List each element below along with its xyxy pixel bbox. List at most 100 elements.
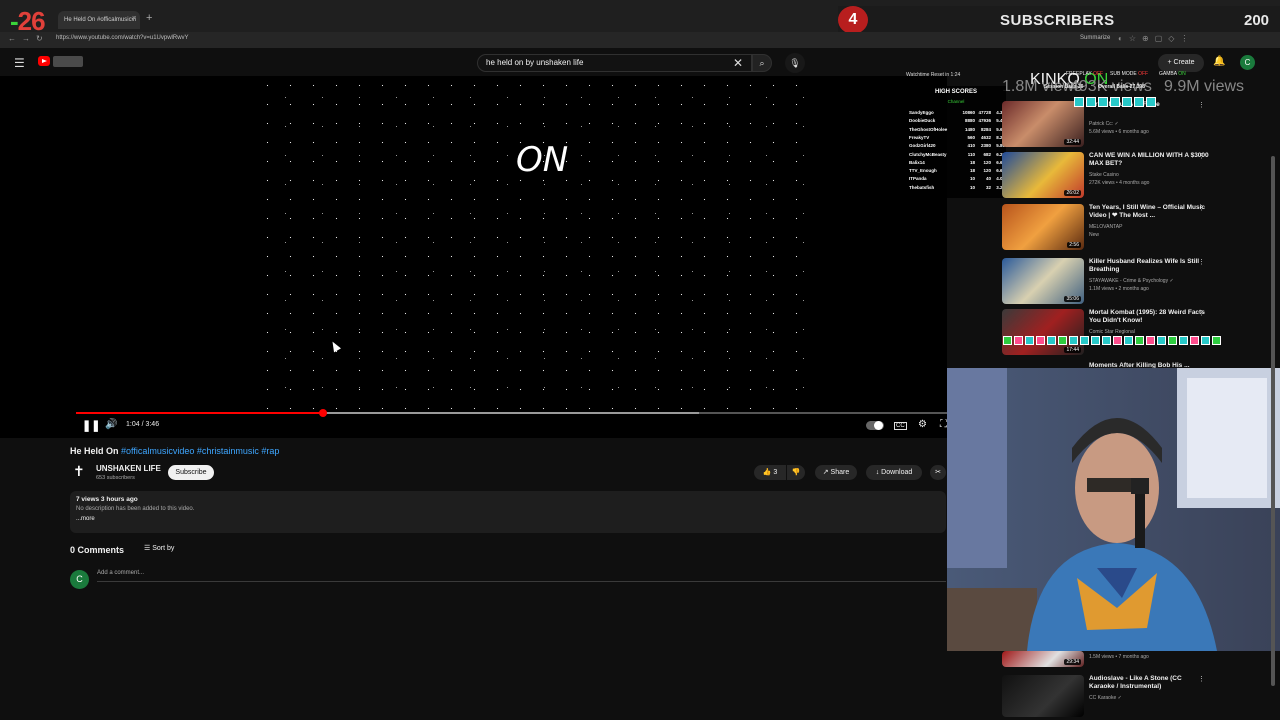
- high-score-value: 10860: [962, 110, 975, 115]
- summarize-button[interactable]: Summarize: [1080, 35, 1110, 41]
- video-thumbnail[interactable]: 35:06: [1002, 258, 1084, 304]
- stat-sub-mode: SUB MODE OFF: [1110, 71, 1148, 77]
- new-tab-button[interactable]: +: [146, 12, 152, 24]
- pause-icon[interactable]: ❚❚: [82, 419, 100, 432]
- video-frame[interactable]: [256, 76, 804, 410]
- search-query[interactable]: he held on by unshaken life: [486, 58, 583, 67]
- rec-channel[interactable]: Stake Casino: [1089, 172, 1209, 178]
- overall-balls: Overall Balls 27,398: [1098, 84, 1145, 90]
- more-options-icon[interactable]: ⋮: [1198, 309, 1205, 317]
- comment-input-underline: [97, 581, 946, 582]
- rec-video-title[interactable]: Killer Husband Realizes Wife Is Still Br…: [1089, 258, 1209, 274]
- recommended-video[interactable]: 17:44 Mortal Kombat (1995): 28 Weird Fact…: [1002, 309, 1224, 357]
- rec-video-title[interactable]: CAN WE WIN A MILLION WITH A $3000 MAX BE…: [1089, 152, 1209, 168]
- views-and-date: 7 views 3 hours ago: [76, 496, 138, 503]
- rec-video-title[interactable]: Audioslave - Like A Stone (CC Karaoke / …: [1089, 675, 1209, 691]
- youtube-wordmark[interactable]: [53, 56, 83, 67]
- dislike-button[interactable]: 👎: [787, 465, 805, 480]
- description-box[interactable]: [70, 491, 946, 533]
- extension-icons[interactable]: ◐☆⊕▢◇⋮: [1118, 34, 1194, 43]
- url-field[interactable]: https://www.youtube.com/watch?v=u1UvpwlR…: [56, 35, 189, 41]
- more-options-icon[interactable]: ⋮: [1198, 204, 1205, 212]
- high-score-value: 410: [967, 143, 975, 149]
- rec-stats: 272K views • 4 months ago: [1089, 180, 1150, 186]
- video-hashtags[interactable]: #officalmusicvideo #christainmusic #rap: [121, 446, 279, 456]
- clip-icon[interactable]: ✂: [930, 465, 946, 480]
- more-options-icon[interactable]: ⋮: [1198, 675, 1205, 683]
- high-score-value: 8284: [980, 126, 991, 132]
- badge-icon: [1190, 336, 1199, 345]
- stat-gamba: GAMBA ON: [1159, 71, 1186, 77]
- autoplay-toggle[interactable]: [866, 421, 884, 430]
- recommended-video[interactable]: 2:56 Ten Years, I Still Wine – Official M…: [1002, 204, 1224, 252]
- rec-stats: 5.6M views • 6 months ago: [1089, 129, 1149, 135]
- video-thumbnail[interactable]: [1002, 675, 1084, 717]
- sort-by-button[interactable]: ☰ Sort by: [144, 544, 174, 552]
- rec-channel[interactable]: MELOVANTAP: [1089, 224, 1209, 230]
- high-score-value: 110: [967, 151, 975, 157]
- mic-icon[interactable]: 🎙: [785, 53, 805, 73]
- video-thumbnail[interactable]: 26:02: [1002, 152, 1084, 198]
- badge-icon: [1110, 97, 1120, 107]
- more-options-icon[interactable]: ⋮: [1198, 258, 1205, 266]
- high-scores-title: HIGH SCORES: [934, 89, 977, 95]
- rec-channel[interactable]: Comic Star Regional: [1089, 329, 1209, 335]
- youtube-logo-icon[interactable]: [38, 56, 50, 66]
- high-score-value: 10: [969, 176, 975, 182]
- session-balls-value: 30: [1077, 84, 1084, 90]
- progress-played: [76, 412, 323, 414]
- rec-video-title[interactable]: Ten Years, I Still Wine – Official Music…: [1089, 204, 1209, 220]
- high-score-player: GodzGirl420: [909, 143, 936, 149]
- captions-icon[interactable]: CC: [894, 422, 907, 430]
- search-button[interactable]: ⌕: [752, 54, 772, 72]
- more-options-icon[interactable]: ⋮: [1198, 101, 1205, 109]
- progress-scrubber[interactable]: [318, 409, 327, 417]
- comment-input[interactable]: Add a comment...: [97, 570, 144, 576]
- stat-state: ON: [1178, 71, 1186, 77]
- browser-tab[interactable]: He Held On #officalmusicvi ×: [58, 11, 140, 29]
- video-thumbnail[interactable]: 17:44: [1002, 309, 1084, 355]
- commenter-avatar: C: [70, 570, 89, 589]
- download-button[interactable]: ↓ Download: [866, 465, 922, 480]
- badge-icon: [1025, 336, 1034, 345]
- clear-search-icon[interactable]: ✕: [733, 56, 743, 70]
- watchtime-reset-label: Watchtime Reset in 1:24: [906, 72, 961, 78]
- menu-icon[interactable]: ☰: [14, 56, 25, 70]
- subscribe-button[interactable]: Subscribe: [168, 465, 214, 480]
- recommended-video[interactable]: 32:44for 15 Minutes of FamePatrick Cc: ✓…: [1002, 101, 1224, 149]
- sidebar-scrollbar[interactable]: [1271, 156, 1275, 686]
- nav-buttons[interactable]: ←→↻: [8, 34, 49, 43]
- cross-icon[interactable]: ✝: [73, 463, 85, 480]
- video-thumbnail[interactable]: 29:34: [1002, 651, 1084, 667]
- stat-freeplay: FREEPLAY OFF: [1066, 71, 1103, 77]
- video-thumbnail[interactable]: 32:44: [1002, 101, 1084, 147]
- account-avatar[interactable]: C: [1240, 55, 1255, 70]
- badge-icon: [1098, 97, 1108, 107]
- settings-icon[interactable]: ⚙: [918, 419, 927, 430]
- more-options-icon[interactable]: ⋮: [1198, 152, 1205, 160]
- video-duration: 2:56: [1067, 242, 1081, 248]
- high-score-player: ClutchyMcBeasty: [909, 151, 947, 157]
- volume-icon[interactable]: 🔊: [105, 419, 117, 430]
- create-button[interactable]: + Create: [1158, 54, 1204, 72]
- high-score-value: 120: [983, 159, 991, 165]
- recommended-video[interactable]: 26:02 CAN WE WIN A MILLION WITH A $3000 M…: [1002, 152, 1224, 200]
- recommended-video[interactable]: 35:06 Killer Husband Realizes Wife Is Sti…: [1002, 258, 1224, 306]
- overall-balls-value: 27,398: [1129, 84, 1145, 90]
- session-balls: Session Balls 30: [1044, 84, 1083, 90]
- rec-video-title[interactable]: Mortal Kombat (1995): 28 Weird Facts You…: [1089, 309, 1209, 325]
- like-button[interactable]: 👍 3: [754, 465, 786, 480]
- rec-channel[interactable]: STAYAWAKE - Crime & Psychology ✓: [1089, 278, 1209, 284]
- fullscreen-icon[interactable]: ⛶: [940, 419, 947, 430]
- channel-name[interactable]: UNSHAKEN LIFE: [96, 464, 161, 473]
- overall-balls-label: Overall Balls: [1098, 84, 1129, 90]
- recommended-video[interactable]: 29:34 1.5M views • 7 months ago: [1002, 651, 1224, 667]
- share-button[interactable]: ↗ Share: [815, 465, 857, 480]
- video-thumbnail[interactable]: 2:56: [1002, 204, 1084, 250]
- badge-icon: [1086, 97, 1096, 107]
- bell-icon[interactable]: 🔔: [1213, 56, 1225, 67]
- rec-channel[interactable]: Patrick Cc: ✓: [1089, 121, 1209, 127]
- show-more-link[interactable]: ...more: [76, 516, 95, 522]
- tab-close-icon[interactable]: ×: [132, 15, 136, 22]
- recommended-video[interactable]: Audioslave - Like A Stone (CC Karaoke / …: [1002, 675, 1224, 720]
